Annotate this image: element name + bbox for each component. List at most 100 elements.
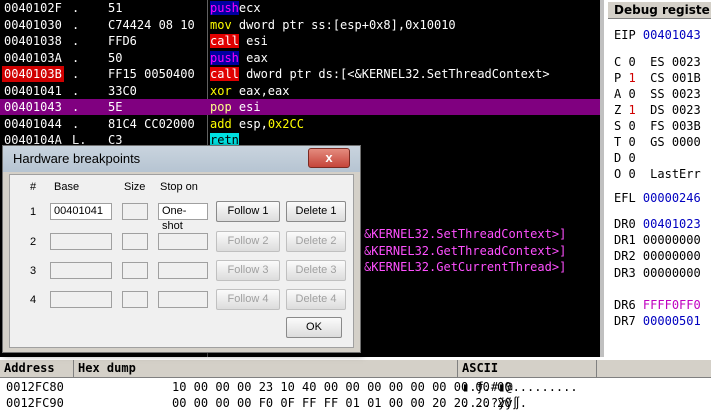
flag-row[interactable]: C 0 ES 0023 xyxy=(614,54,701,70)
segment-value: 0023 xyxy=(671,87,701,101)
dr-value: 00000000 xyxy=(642,233,701,247)
debug-register[interactable]: DR0 00401023 xyxy=(614,216,701,232)
flag-name: S xyxy=(614,119,622,133)
stop-on-field[interactable] xyxy=(158,291,208,308)
breakpoint-number: 2 xyxy=(30,236,37,248)
immediate: 0x2CC xyxy=(267,116,304,131)
disasm-row[interactable]: 0040102F. 51 pushecx xyxy=(0,0,600,16)
dialog-titlebar[interactable]: Hardware breakpoints x xyxy=(3,146,360,172)
ok-button[interactable]: OK xyxy=(286,317,342,338)
flag-row[interactable]: S 0 FS 003B xyxy=(614,118,701,134)
disasm-row[interactable]: 00401041. 33C0 xor eax,eax xyxy=(0,83,600,99)
dump-row[interactable]: 0012FC80 10 00 00 00 23 10 40 00 00 00 00… xyxy=(6,379,706,395)
follow-button[interactable]: Follow 2 xyxy=(216,231,280,252)
reg-efl[interactable]: EFL 00000246 xyxy=(614,190,701,206)
flag-row[interactable]: P 1 CS 001B xyxy=(614,70,701,86)
debug-register[interactable]: DR2 00000000 xyxy=(614,248,701,264)
close-button[interactable]: x xyxy=(308,148,350,168)
flag-value: 0 xyxy=(628,87,636,101)
opcode-bytes: 5E xyxy=(108,100,123,114)
flag-row[interactable]: T 0 GS 0000 xyxy=(614,134,701,150)
branch-mark: . xyxy=(72,116,80,131)
dump-col-blank xyxy=(597,360,711,377)
header-num: # xyxy=(30,181,37,193)
dr-name: DR0 xyxy=(614,217,636,231)
dump-col-ascii[interactable]: ASCII xyxy=(458,360,597,377)
delete-button[interactable]: Delete 2 xyxy=(286,231,346,252)
flag-name: Z xyxy=(614,103,622,117)
size-field[interactable] xyxy=(122,203,148,220)
disasm-row[interactable]: 00401038. FFD6 call esi xyxy=(0,33,600,49)
dr-name: DR1 xyxy=(614,233,636,247)
instruction: pushecx xyxy=(210,0,261,16)
instruction: mov dword ptr ss:[esp+0x8],0x10010 xyxy=(210,17,456,33)
debug-register[interactable]: DR1 00000000 xyxy=(614,232,701,248)
debug-register[interactable]: DR3 00000000 xyxy=(614,265,701,281)
stop-on-field[interactable]: One-shot xyxy=(158,203,208,232)
instruction-address: 0040102F xyxy=(4,1,62,15)
flag-value: 0 xyxy=(628,167,636,181)
flag-name: T xyxy=(614,135,622,149)
segment-value: 0023 xyxy=(671,103,701,117)
dr-value: 00000000 xyxy=(642,266,701,280)
dump-row[interactable]: 0012FC90 00 00 00 00 F0 0F FF FF 01 01 00… xyxy=(6,395,706,411)
disasm-row[interactable]: 00401043. 5E pop esi xyxy=(0,99,600,115)
instruction-address: 0040103A xyxy=(4,50,62,65)
stop-on-field[interactable] xyxy=(158,262,208,279)
flag-row[interactable]: Z 1 DS 0023 xyxy=(614,102,701,118)
disasm-row[interactable]: 0040103A. 50 push eax xyxy=(0,50,600,66)
branch-mark: . xyxy=(72,34,80,48)
branch-mark: . xyxy=(72,67,80,81)
segment-value: 003B xyxy=(671,119,701,133)
dump-col-address[interactable]: Address xyxy=(0,360,74,377)
disasm-row[interactable]: 0040103B. FF15 0050400 call dword ptr ds:[… xyxy=(0,66,600,82)
flag-value: 1 xyxy=(628,71,636,85)
flag-row[interactable]: D 0 xyxy=(614,150,657,166)
branch-mark: . xyxy=(72,50,80,65)
instruction: pop esi xyxy=(210,99,261,115)
operands: dword ptr ss:[esp+0x8],0x10010 xyxy=(231,17,456,32)
base-field[interactable] xyxy=(50,291,112,308)
segment-value: 0023 xyxy=(671,55,701,69)
dr-value: 00000501 xyxy=(642,314,701,328)
flag-value: 1 xyxy=(628,103,636,117)
reg-eip[interactable]: EIP 00401043 xyxy=(614,27,701,43)
breakpoint-number: 4 xyxy=(30,294,37,306)
disasm-row[interactable]: 00401044. 81C4 CC02000 add esp,0x2CC xyxy=(0,116,600,132)
base-field[interactable]: 00401041 xyxy=(50,203,112,220)
delete-button[interactable]: Delete 1 xyxy=(286,201,346,222)
mnemonic: call xyxy=(210,34,239,48)
debug-register[interactable]: DR7 00000501 xyxy=(614,313,701,329)
hardware-breakpoints-dialog[interactable]: Hardware breakpoints x # Base Size Stop … xyxy=(2,145,361,353)
dump-hex: 00 00 00 00 F0 0F FF FF 01 01 00 00 20 2… xyxy=(172,396,512,410)
comment: &KERNEL32.GetCurrentThread>] xyxy=(364,260,567,274)
dr-name: DR6 xyxy=(614,298,636,312)
flag-row[interactable]: O 0 LastErr xyxy=(614,166,708,182)
hex-dump-pane[interactable]: Address Hex dump ASCII 0012FC80 10 00 00 … xyxy=(0,357,711,412)
debug-register[interactable]: DR6 FFFF0FF0 xyxy=(614,297,701,313)
disasm-row[interactable]: 00401030. C74424 08 10 mov dword ptr ss:[e… xyxy=(0,17,600,33)
follow-button[interactable]: Follow 1 xyxy=(216,201,280,222)
dump-col-hex[interactable]: Hex dump xyxy=(74,360,458,377)
segment-name: SS xyxy=(650,87,665,101)
opcode-bytes: C74424 08 10 xyxy=(108,17,195,32)
base-field[interactable] xyxy=(50,262,112,279)
stop-on-field[interactable] xyxy=(158,233,208,250)
dump-address: 0012FC80 xyxy=(6,380,64,394)
breakpoint-number: 1 xyxy=(30,206,37,218)
delete-button[interactable]: Delete 3 xyxy=(286,260,346,281)
delete-button[interactable]: Delete 4 xyxy=(286,289,346,310)
size-field[interactable] xyxy=(122,262,148,279)
mnemonic: xor xyxy=(210,83,232,98)
opcode-bytes: FF15 0050400 xyxy=(108,67,195,81)
size-field[interactable] xyxy=(122,233,148,250)
flag-value: 0 xyxy=(628,135,636,149)
registers-pane[interactable]: Debug registe EIP 00401043 C 0 ES 0023 P … xyxy=(600,0,711,357)
base-field[interactable] xyxy=(50,233,112,250)
follow-button[interactable]: Follow 3 xyxy=(216,260,280,281)
registers-title: Debug registe xyxy=(608,2,711,19)
size-field[interactable] xyxy=(122,291,148,308)
instruction: add esp,0x2CC xyxy=(210,116,304,132)
flag-row[interactable]: A 0 SS 0023 xyxy=(614,86,701,102)
follow-button[interactable]: Follow 4 xyxy=(216,289,280,310)
